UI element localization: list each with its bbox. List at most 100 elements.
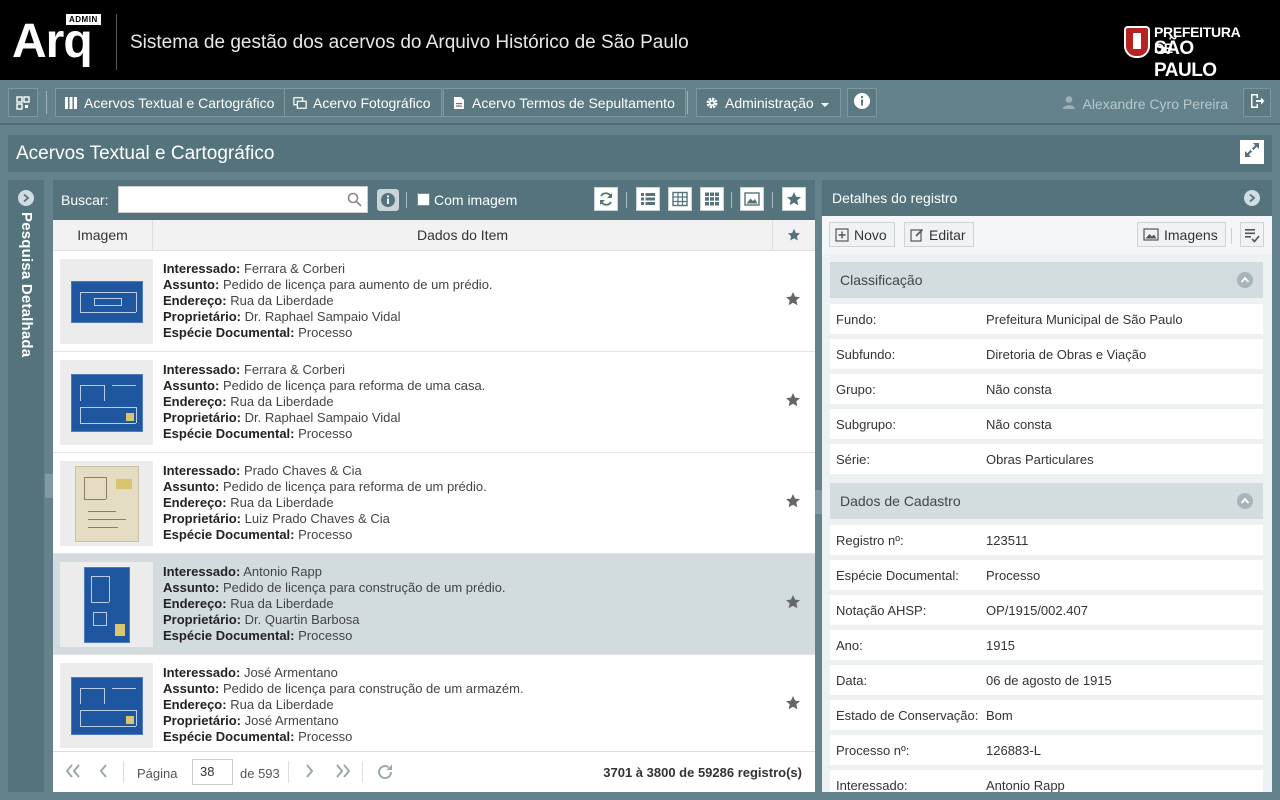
- favorite-star-icon[interactable]: [785, 392, 801, 413]
- row-field-proprietario: Proprietário: José Armentano: [163, 713, 524, 729]
- left-splitter-handle[interactable]: [45, 474, 53, 498]
- document-icon: [452, 96, 466, 110]
- field-label: Endereço:: [163, 394, 227, 409]
- collapse-section-icon[interactable]: [1237, 493, 1253, 509]
- record-thumbnail[interactable]: [60, 259, 153, 344]
- info-button[interactable]: [847, 88, 877, 117]
- field-value: Rua da Liberdade: [230, 394, 334, 409]
- image-view-button[interactable]: [740, 187, 764, 211]
- favorite-star-icon[interactable]: [785, 695, 801, 716]
- field-label: Proprietário:: [163, 511, 242, 526]
- column-header-image[interactable]: Imagem: [53, 220, 153, 250]
- favorite-star-icon[interactable]: [785, 594, 801, 615]
- favorite-star-icon[interactable]: [785, 291, 801, 312]
- favorites-filter-button[interactable]: [782, 187, 806, 211]
- fullscreen-button[interactable]: [1240, 140, 1264, 164]
- column-header-item-data[interactable]: Dados do Item: [153, 220, 773, 250]
- section-classificacao[interactable]: Classificação: [830, 262, 1263, 298]
- column-header-favorite[interactable]: [773, 220, 815, 250]
- field-value: Ferrara & Corberi: [243, 261, 346, 276]
- field-value: Rua da Liberdade: [230, 293, 334, 308]
- field-value: Bom: [986, 708, 1013, 723]
- detail-field: Data: 06 de agosto de 1915: [830, 665, 1263, 695]
- user-icon: [1062, 95, 1076, 112]
- collapse-section-icon[interactable]: [1237, 272, 1253, 288]
- record-thumbnail[interactable]: [60, 360, 153, 445]
- nav-label: Administração: [725, 94, 814, 111]
- field-key: Subfundo:: [836, 347, 896, 362]
- app-header: Arq ADMIN Sistema de gestão dos acervos …: [0, 0, 1280, 81]
- right-splitter-handle[interactable]: [814, 490, 822, 514]
- field-value: Rua da Liberdade: [230, 596, 334, 611]
- previous-page-icon[interactable]: [98, 763, 108, 784]
- search-icon[interactable]: [347, 192, 362, 212]
- field-value: Rua da Liberdade: [230, 495, 334, 510]
- record-data: Interessado: Ferrara & Corberi Assunto: P…: [163, 362, 485, 442]
- table-view-button[interactable]: [668, 187, 692, 211]
- last-page-icon[interactable]: [334, 763, 352, 784]
- field-label: Proprietário:: [163, 309, 242, 324]
- header-divider: [116, 14, 117, 70]
- row-field-assunto: Assunto: Pedido de licença para reforma …: [163, 479, 487, 495]
- images-label: Imagens: [1164, 226, 1218, 243]
- record-thumbnail[interactable]: [60, 461, 153, 546]
- new-record-button[interactable]: Novo: [829, 222, 895, 247]
- star-icon: [787, 228, 801, 241]
- search-help-button[interactable]: [377, 189, 399, 211]
- with-image-checkbox[interactable]: [417, 193, 430, 206]
- row-field-assunto: Assunto: Pedido de licença para construç…: [163, 681, 524, 697]
- section-dados-cadastro[interactable]: Dados de Cadastro: [830, 483, 1263, 519]
- checklist-button[interactable]: [1240, 222, 1264, 247]
- nav-termos-sepultamento-button[interactable]: Acervo Termos de Sepultamento: [443, 88, 686, 117]
- arq-logo[interactable]: Arq ADMIN: [12, 14, 102, 70]
- next-page-icon[interactable]: [305, 763, 315, 784]
- table-row[interactable]: Interessado: Prado Chaves & Cia Assunto: …: [53, 453, 815, 554]
- grid-view-button[interactable]: [700, 187, 724, 211]
- detailed-search-label: Pesquisa Detalhada: [18, 212, 35, 358]
- logout-button[interactable]: [1243, 88, 1271, 117]
- record-thumbnail[interactable]: [60, 562, 153, 647]
- current-user[interactable]: Alexandre Cyro Pereira: [1062, 95, 1228, 112]
- section-title: Classificação: [840, 272, 923, 288]
- favorite-star-icon[interactable]: [785, 493, 801, 514]
- field-label: Proprietário:: [163, 713, 242, 728]
- field-value: OP/1915/002.407: [986, 603, 1088, 618]
- search-input[interactable]: [118, 186, 368, 213]
- table-row[interactable]: Interessado: Ferrara & Corberi Assunto: P…: [53, 251, 815, 352]
- refresh-button[interactable]: [594, 187, 618, 211]
- collapse-details-button[interactable]: [1244, 190, 1260, 206]
- nav-acervos-textual-button[interactable]: Acervos Textual e Cartográfico: [55, 88, 286, 117]
- columns-icon: [64, 96, 78, 110]
- nav-acervo-fotografico-button[interactable]: Acervo Fotográfico: [284, 88, 442, 117]
- table-row[interactable]: Interessado: José Armentano Assunto: Pedi…: [53, 655, 815, 756]
- table-row[interactable]: Interessado: Ferrara & Corberi Assunto: P…: [53, 352, 815, 453]
- first-page-icon[interactable]: [64, 763, 82, 784]
- checklist-icon: [1245, 228, 1260, 243]
- detail-field: Subgrupo: Não consta: [830, 409, 1263, 439]
- edit-label: Editar: [929, 226, 966, 243]
- row-field-endereco: Endereço: Rua da Liberdade: [163, 697, 524, 713]
- table-row[interactable]: Interessado: Antonio Rapp Assunto: Pedido…: [53, 554, 815, 655]
- field-key: Série:: [836, 452, 870, 467]
- info-icon: [853, 92, 871, 113]
- field-value: Não consta: [986, 382, 1052, 397]
- photos-icon: [293, 96, 307, 110]
- field-label: Endereço:: [163, 697, 227, 712]
- row-field-proprietario: Proprietário: Luiz Prado Chaves & Cia: [163, 511, 487, 527]
- nav-administracao-dropdown[interactable]: Administração: [696, 88, 841, 117]
- record-thumbnail[interactable]: [60, 663, 153, 748]
- toolbar-divider: [1231, 228, 1232, 244]
- field-label: Interessado:: [163, 362, 241, 377]
- reload-icon[interactable]: [376, 763, 394, 786]
- page-number-input[interactable]: 38: [192, 759, 233, 785]
- field-label: Interessado:: [163, 564, 241, 579]
- list-view-button[interactable]: [636, 187, 660, 211]
- images-button[interactable]: Imagens: [1137, 222, 1226, 247]
- expand-icon: [1244, 142, 1260, 163]
- edit-record-button[interactable]: Editar: [904, 222, 974, 247]
- table-view-icon: [672, 191, 688, 207]
- field-value: Dr. Raphael Sampaio Vidal: [244, 410, 401, 425]
- expand-left-panel-button[interactable]: [18, 190, 34, 206]
- detailed-search-panel[interactable]: Pesquisa Detalhada: [8, 180, 44, 792]
- qr-menu-button[interactable]: [8, 88, 38, 117]
